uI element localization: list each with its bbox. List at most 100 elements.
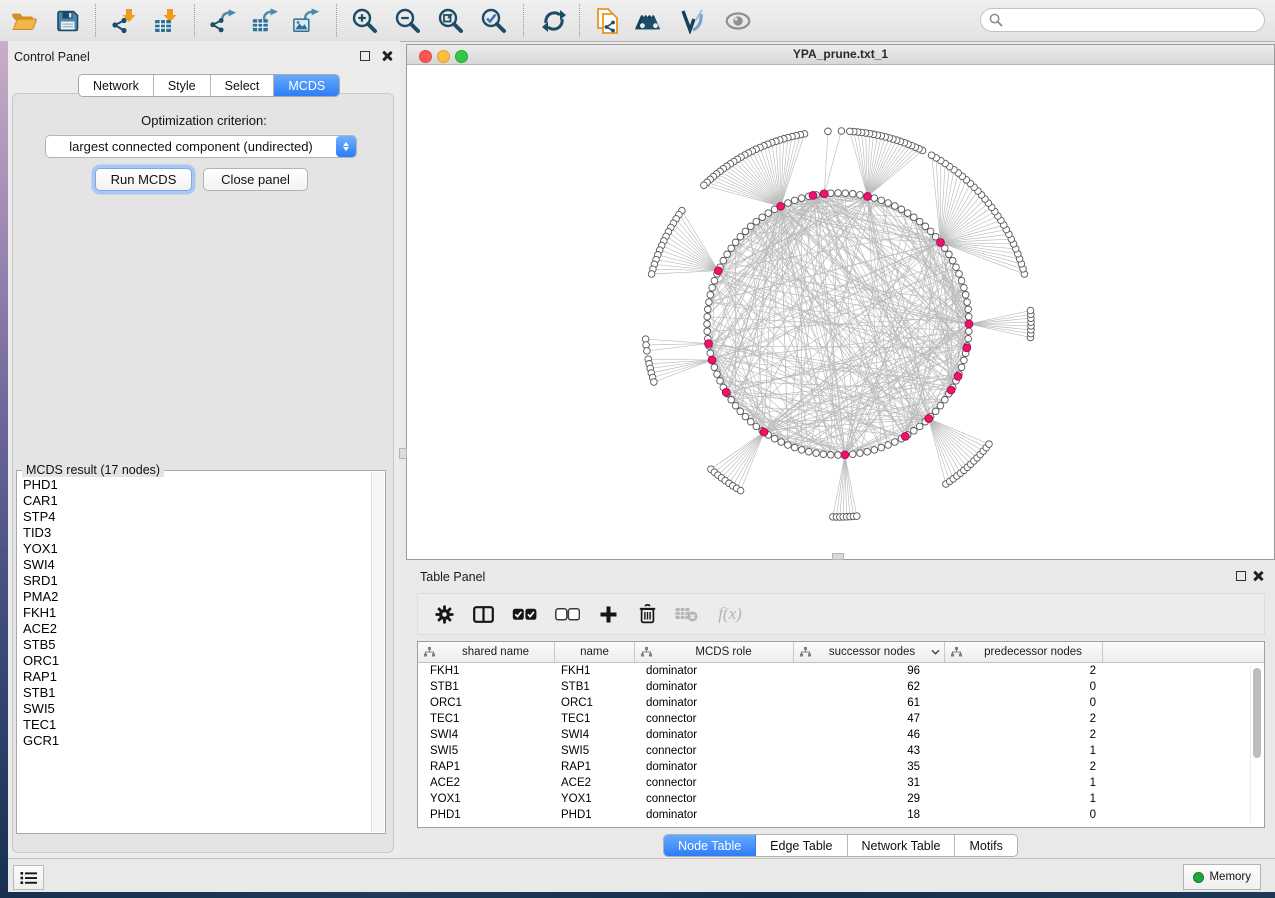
- refresh-layout-icon[interactable]: [540, 7, 568, 35]
- mcds-result-item[interactable]: SRD1: [23, 573, 371, 589]
- mcds-result-item[interactable]: FKH1: [23, 605, 371, 621]
- function-builder-icon[interactable]: f(x): [713, 602, 747, 626]
- mcds-result-item[interactable]: CAR1: [23, 493, 371, 509]
- optimization-criterion-select[interactable]: largest connected component (undirected): [45, 135, 357, 158]
- table-row[interactable]: ACE2ACE2connector311: [418, 775, 1264, 791]
- table-panel-tabs: Node TableEdge TableNetwork TableMotifs: [406, 834, 1275, 857]
- mcds-result-item[interactable]: PMA2: [23, 589, 371, 605]
- toolbar-separator: [523, 4, 524, 37]
- mcds-result-item[interactable]: GCR1: [23, 733, 371, 749]
- zoom-in-icon[interactable]: [351, 7, 379, 35]
- tab-edge-table[interactable]: Edge Table: [756, 835, 847, 856]
- tab-motifs[interactable]: Motifs: [955, 835, 1016, 856]
- zoom-out-icon[interactable]: [394, 7, 422, 35]
- desktop-wallpaper-strip: [0, 41, 8, 898]
- deselect-all-icon[interactable]: [553, 602, 581, 626]
- tab-network-table[interactable]: Network Table: [848, 835, 956, 856]
- export-image-icon[interactable]: [292, 7, 320, 35]
- table-row[interactable]: YOX1YOX1connector291: [418, 791, 1264, 807]
- float-window-icon[interactable]: [360, 51, 370, 61]
- search-field[interactable]: [980, 8, 1265, 32]
- table-cell: connector: [635, 793, 794, 805]
- table-scrollbar-thumb[interactable]: [1253, 668, 1261, 758]
- add-column-icon[interactable]: [596, 602, 620, 626]
- table-scrollbar[interactable]: [1250, 666, 1262, 823]
- tab-mcds[interactable]: MCDS: [274, 75, 339, 96]
- mcds-list-scrollbar[interactable]: [371, 472, 384, 832]
- table-settings-icon[interactable]: [432, 602, 456, 626]
- export-network-icon[interactable]: [209, 7, 237, 35]
- search-input[interactable]: [1003, 12, 1264, 28]
- network-canvas[interactable]: [407, 65, 1274, 559]
- float-window-icon[interactable]: [1236, 571, 1246, 581]
- save-session-icon[interactable]: [54, 7, 82, 35]
- table-cell: STB1: [418, 681, 555, 693]
- close-panel-icon[interactable]: [1252, 570, 1264, 582]
- tab-select[interactable]: Select: [211, 75, 275, 96]
- table-row[interactable]: SWI5SWI5connector431: [418, 743, 1264, 759]
- table-cell: TEC1: [418, 713, 555, 725]
- table-cell: SWI4: [418, 729, 555, 741]
- mcds-result-item[interactable]: ORC1: [23, 653, 371, 669]
- mcds-result-item[interactable]: SWI4: [23, 557, 371, 573]
- node-table[interactable]: shared namenameMCDS rolesuccessor nodesp…: [417, 641, 1265, 828]
- optimization-criterion-label: Optimization criterion:: [8, 113, 400, 128]
- mcds-result-item[interactable]: PHD1: [23, 477, 371, 493]
- column-header-predecessor-nodes[interactable]: predecessor nodes: [945, 642, 1103, 662]
- column-header-name[interactable]: name: [555, 642, 635, 662]
- table-row[interactable]: STB1STB1dominator620: [418, 679, 1264, 695]
- import-network-icon[interactable]: [110, 7, 138, 35]
- export-table-icon[interactable]: [251, 7, 279, 35]
- table-row[interactable]: PHD1PHD1dominator180: [418, 807, 1264, 823]
- zoom-selected-icon[interactable]: [480, 7, 508, 35]
- network-window-titlebar[interactable]: YPA_prune.txt_1: [407, 45, 1274, 65]
- mcds-result-item[interactable]: YOX1: [23, 541, 371, 557]
- select-all-icon[interactable]: [510, 602, 538, 626]
- table-row[interactable]: RAP1RAP1dominator352: [418, 759, 1264, 775]
- column-namespace-icon: [424, 647, 435, 657]
- close-panel-icon[interactable]: [381, 50, 393, 62]
- task-history-button[interactable]: [13, 865, 44, 890]
- table-row[interactable]: ORC1ORC1dominator610: [418, 695, 1264, 711]
- mcds-result-item[interactable]: STB5: [23, 637, 371, 653]
- tab-style[interactable]: Style: [154, 75, 211, 96]
- delete-table-icon[interactable]: [674, 602, 698, 626]
- table-cell: 31: [794, 777, 945, 789]
- mcds-result-item[interactable]: STP4: [23, 509, 371, 525]
- open-file-icon[interactable]: [10, 7, 38, 35]
- first-neighbors-icon[interactable]: [634, 7, 662, 35]
- show-columns-icon[interactable]: [471, 602, 495, 626]
- table-cell: ACE2: [418, 777, 555, 789]
- table-row[interactable]: FKH1FKH1dominator962: [418, 663, 1264, 679]
- column-header-MCDS-role[interactable]: MCDS role: [635, 642, 794, 662]
- show-hide-icon[interactable]: [724, 7, 752, 35]
- tab-node-table[interactable]: Node Table: [664, 835, 756, 856]
- run-mcds-button[interactable]: Run MCDS: [95, 168, 192, 191]
- vertical-splitter-handle[interactable]: [399, 448, 407, 459]
- column-header-shared-name[interactable]: shared name: [418, 642, 555, 662]
- mcds-result-item[interactable]: STB1: [23, 685, 371, 701]
- mcds-result-item[interactable]: TEC1: [23, 717, 371, 733]
- vizmapper-icon[interactable]: [680, 7, 708, 35]
- mcds-result-item[interactable]: SWI5: [23, 701, 371, 717]
- memory-button[interactable]: Memory: [1183, 864, 1261, 890]
- table-cell: FKH1: [418, 665, 555, 677]
- tab-network[interactable]: Network: [79, 75, 154, 96]
- column-header-successor-nodes[interactable]: successor nodes: [794, 642, 945, 662]
- network-view[interactable]: [407, 65, 1274, 559]
- table-cell: YOX1: [418, 793, 555, 805]
- import-table-icon[interactable]: [152, 7, 180, 35]
- table-row[interactable]: SWI4SWI4dominator462: [418, 727, 1264, 743]
- mcds-result-item[interactable]: ACE2: [23, 621, 371, 637]
- zoom-fit-icon[interactable]: [437, 7, 465, 35]
- mcds-result-item[interactable]: TID3: [23, 525, 371, 541]
- delete-column-icon[interactable]: [635, 602, 659, 626]
- horizontal-splitter-handle[interactable]: [832, 553, 844, 560]
- network-view-window: YPA_prune.txt_1: [406, 44, 1275, 560]
- table-row[interactable]: TEC1TEC1connector472: [418, 711, 1264, 727]
- export-web-icon[interactable]: [594, 7, 622, 35]
- close-panel-button[interactable]: Close panel: [203, 168, 308, 191]
- mcds-result-item[interactable]: RAP1: [23, 669, 371, 685]
- mcds-result-group: MCDS result (17 nodes) PHD1CAR1STP4TID3Y…: [16, 470, 386, 834]
- mcds-result-list[interactable]: PHD1CAR1STP4TID3YOX1SWI4SRD1PMA2FKH1ACE2…: [18, 477, 371, 832]
